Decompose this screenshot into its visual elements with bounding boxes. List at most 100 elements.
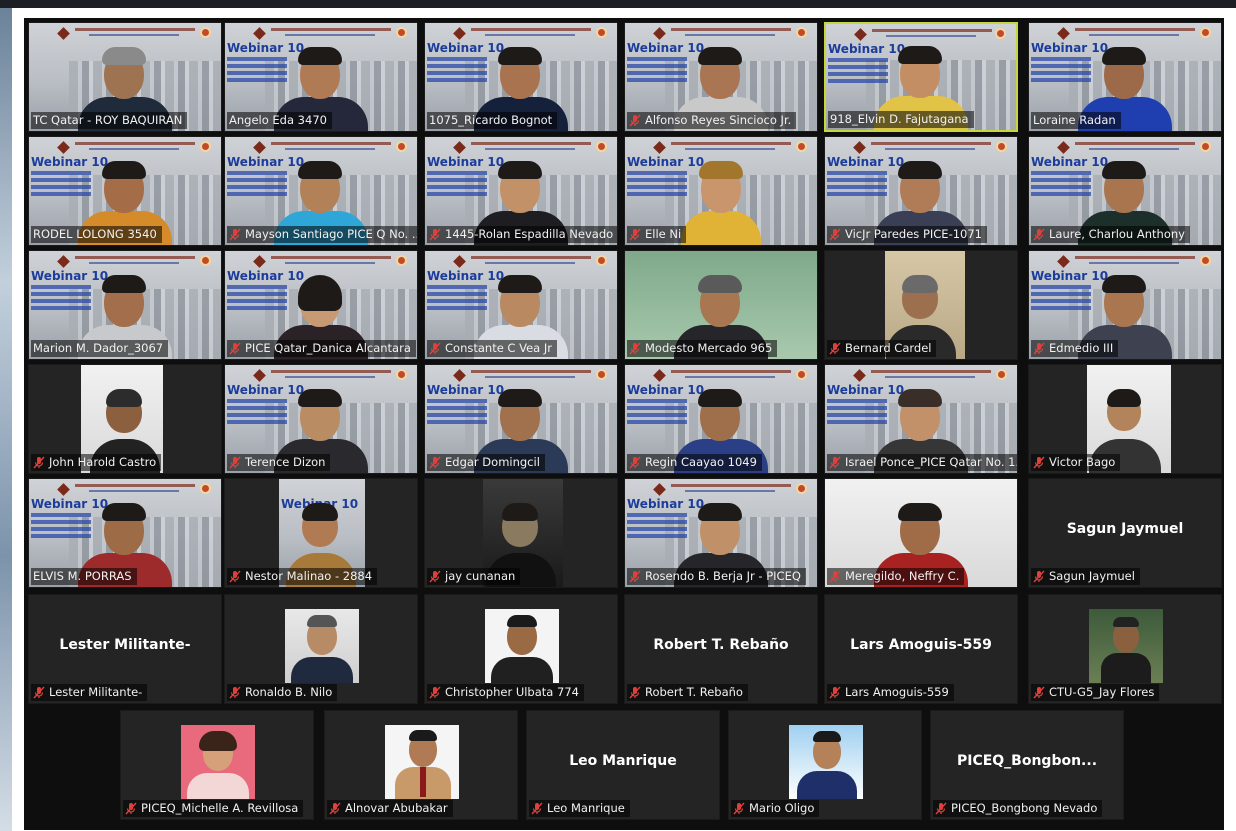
participant-name: 1445-Rolan Espadilla Nevado bbox=[427, 226, 617, 243]
participant-name: Christopher Ulbata 774 bbox=[427, 684, 584, 701]
participant-tile[interactable]: Webinar 10 1075_Ricardo Bognot bbox=[424, 22, 618, 132]
participant-tile[interactable]: PICEQ_Michelle A. Revillosa bbox=[120, 710, 314, 820]
muted-mic-icon bbox=[229, 228, 241, 241]
muted-mic-icon bbox=[829, 228, 841, 241]
participant-name: Mayson Santiago PICE Q No. ... bbox=[227, 226, 417, 243]
muted-mic-icon bbox=[1033, 456, 1045, 469]
participant-tile[interactable]: TC Qatar - ROY BAQUIRAN bbox=[28, 22, 222, 132]
muted-mic-icon bbox=[229, 570, 241, 583]
participant-tile[interactable]: Alnovar Abubakar bbox=[324, 710, 518, 820]
participant-tile-no-video[interactable]: Sagun Jaymuel Sagun Jaymuel bbox=[1028, 478, 1222, 588]
participant-name: Rosendo B. Berja Jr - PICEQ bbox=[627, 568, 806, 585]
profile-photo bbox=[285, 609, 359, 683]
participant-tile-no-video[interactable]: PICEQ_Bongbon... PICEQ_Bongbong Nevado bbox=[930, 710, 1124, 820]
muted-mic-icon bbox=[33, 686, 45, 699]
gallery-view: TC Qatar - ROY BAQUIRAN Webinar 10 Angel… bbox=[24, 18, 1224, 830]
participant-tile[interactable]: Meregildo, Neffry C. bbox=[824, 478, 1018, 588]
muted-mic-icon bbox=[935, 802, 947, 815]
participant-name: Marion M. Dador_3067 bbox=[31, 340, 169, 357]
participant-name: CTU-G5_Jay Flores bbox=[1031, 684, 1160, 701]
participant-tile[interactable]: Webinar 10 Edgar Domingcil bbox=[424, 364, 618, 474]
participant-tile[interactable]: Mario Oligo bbox=[728, 710, 922, 820]
participant-tile[interactable]: Webinar 10 Laure, Charlou Anthony bbox=[1028, 136, 1222, 246]
participant-name: Lester Militante- bbox=[31, 684, 148, 701]
participant-tile[interactable]: CTU-G5_Jay Flores bbox=[1028, 594, 1222, 704]
muted-mic-icon bbox=[429, 228, 441, 241]
participant-name: Modesto Mercado 965 bbox=[627, 340, 778, 357]
participant-tile[interactable]: Christopher Ulbata 774 bbox=[424, 594, 618, 704]
participant-name: Constante C Vea Jr bbox=[427, 340, 557, 357]
participant-tile[interactable]: Webinar 10 VicJr Paredes PICE-1071 bbox=[824, 136, 1018, 246]
participant-name: Angelo Eda 3470 bbox=[227, 112, 332, 129]
participant-name: PICEQ_Bongbong Nevado bbox=[933, 800, 1103, 817]
participant-name: Sagun Jaymuel bbox=[1031, 568, 1140, 585]
participant-tile[interactable]: Webinar 10 Edmedio III bbox=[1028, 250, 1222, 360]
participant-tile[interactable]: Webinar 10 PICE Qatar_Danica Alcantara bbox=[224, 250, 418, 360]
participant-tile[interactable]: Webinar 10 Regin Caayao 1049 bbox=[624, 364, 818, 474]
muted-mic-icon bbox=[429, 686, 441, 699]
participant-name: Robert T. Rebaño bbox=[627, 684, 748, 701]
participant-tile[interactable]: Webinar 10 Nestor Malinao - 2884 bbox=[224, 478, 418, 588]
participant-tile[interactable]: Webinar 10 RODEL LOLONG 3540 bbox=[28, 136, 222, 246]
participant-tile[interactable]: Webinar 10 Elle Ni bbox=[624, 136, 818, 246]
muted-mic-icon bbox=[829, 686, 841, 699]
participant-tile[interactable]: Webinar 10 1445-Rolan Espadilla Nevado bbox=[424, 136, 618, 246]
participant-tile[interactable]: Webinar 10 Marion M. Dador_3067 bbox=[28, 250, 222, 360]
participant-tile[interactable]: Webinar 10 Rosendo B. Berja Jr - PICEQ bbox=[624, 478, 818, 588]
participant-tile[interactable]: Modesto Mercado 965 bbox=[624, 250, 818, 360]
participant-tile[interactable]: Webinar 10 Angelo Eda 3470 bbox=[224, 22, 418, 132]
muted-mic-icon bbox=[629, 570, 641, 583]
participant-tile[interactable]: Webinar 10 Mayson Santiago PICE Q No. ..… bbox=[224, 136, 418, 246]
participant-name: jay cunanan bbox=[427, 568, 521, 585]
participant-tile[interactable]: Webinar 10 Israel Ponce_PICE Qatar No. 1… bbox=[824, 364, 1018, 474]
muted-mic-icon bbox=[629, 228, 641, 241]
muted-mic-icon bbox=[429, 456, 441, 469]
participant-tile-active-speaker[interactable]: Webinar 10 918_Elvin D. Fajutagana bbox=[824, 22, 1018, 132]
participant-name: Bernard Cardel bbox=[827, 340, 937, 357]
participant-name: Ronaldo B. Nilo bbox=[227, 684, 338, 701]
profile-photo bbox=[1089, 609, 1163, 683]
muted-mic-icon bbox=[733, 802, 745, 815]
participant-name: PICE Qatar_Danica Alcantara bbox=[227, 340, 416, 357]
muted-mic-icon bbox=[429, 570, 441, 583]
muted-mic-icon bbox=[229, 342, 241, 355]
participant-tile-no-video[interactable]: Leo Manrique Leo Manrique bbox=[526, 710, 720, 820]
participant-name: Loraine Radan bbox=[1031, 112, 1121, 129]
muted-mic-icon bbox=[229, 456, 241, 469]
participant-tile[interactable]: Webinar 10 Alfonso Reyes Sincioco Jr. bbox=[624, 22, 818, 132]
participant-display-name: Robert T. Rebaño bbox=[653, 637, 789, 653]
participant-display-name: PICEQ_Bongbon... bbox=[956, 753, 1098, 769]
participant-tile[interactable]: Webinar 10 Loraine Radan bbox=[1028, 22, 1222, 132]
participant-display-name: Leo Manrique bbox=[569, 753, 677, 769]
participant-name: Lars Amoguis-559 bbox=[827, 684, 954, 701]
participant-name: Mario Oligo bbox=[731, 800, 820, 817]
participant-name: Laure, Charlou Anthony bbox=[1031, 226, 1190, 243]
participant-name: Meregildo, Neffry C. bbox=[827, 568, 965, 585]
participant-tile[interactable]: jay cunanan bbox=[424, 478, 618, 588]
muted-mic-icon bbox=[629, 686, 641, 699]
participant-name: ELVIS M. PORRAS bbox=[31, 568, 137, 585]
participant-tile[interactable]: Ronaldo B. Nilo bbox=[224, 594, 418, 704]
muted-mic-icon bbox=[829, 456, 841, 469]
participant-tile-no-video[interactable]: Robert T. Rebaño Robert T. Rebaño bbox=[624, 594, 818, 704]
muted-mic-icon bbox=[329, 802, 341, 815]
muted-mic-icon bbox=[629, 114, 641, 127]
participant-name: 918_Elvin D. Fajutagana bbox=[828, 111, 974, 128]
participant-tile[interactable]: Webinar 10 ELVIS M. PORRAS bbox=[28, 478, 222, 588]
participant-tile-no-video[interactable]: Lars Amoguis-559 Lars Amoguis-559 bbox=[824, 594, 1018, 704]
participant-name: Edmedio III bbox=[1031, 340, 1119, 357]
participant-tile[interactable]: John Harold Castro bbox=[28, 364, 222, 474]
participant-name: Victor Bago bbox=[1031, 454, 1121, 471]
participant-name: TC Qatar - ROY BAQUIRAN bbox=[31, 112, 188, 129]
window-top-edge bbox=[0, 0, 1236, 8]
profile-photo bbox=[385, 725, 459, 799]
participant-name: Israel Ponce_PICE Qatar No. 1... bbox=[827, 454, 1017, 471]
participant-name: Alfonso Reyes Sincioco Jr. bbox=[627, 112, 797, 129]
participant-tile[interactable]: Victor Bago bbox=[1028, 364, 1222, 474]
participant-tile[interactable]: Webinar 10 Constante C Vea Jr bbox=[424, 250, 618, 360]
participant-tile[interactable]: Bernard Cardel bbox=[824, 250, 1018, 360]
participant-tile[interactable]: Webinar 10 Terence Dizon bbox=[224, 364, 418, 474]
participant-display-name: Sagun Jaymuel bbox=[1066, 521, 1184, 537]
participant-name: Nestor Malinao - 2884 bbox=[227, 568, 378, 585]
participant-tile-no-video[interactable]: Lester Militante- Lester Militante- bbox=[28, 594, 222, 704]
